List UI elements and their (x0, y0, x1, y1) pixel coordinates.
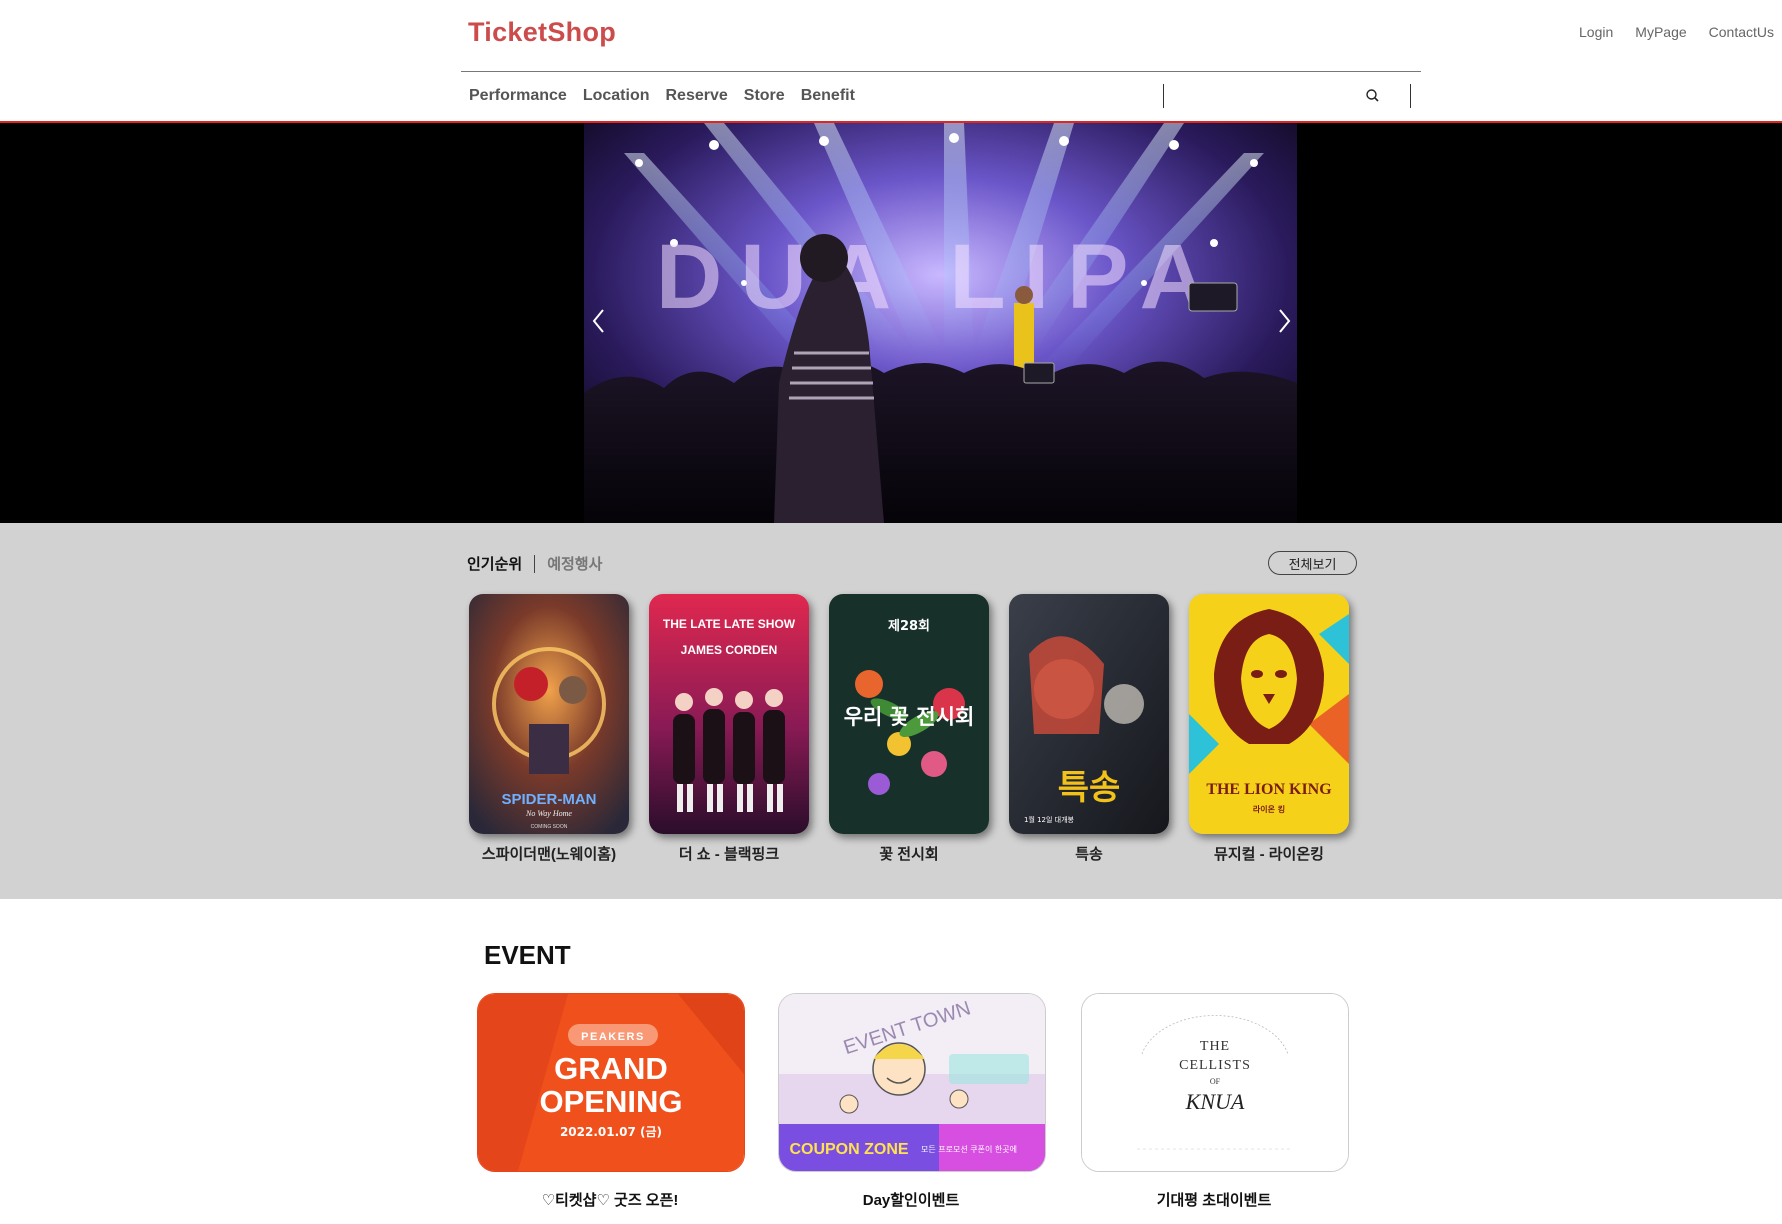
nav-store[interactable]: Store (744, 87, 785, 105)
event-goods-date: 2022.01.07 (금) (560, 1125, 662, 1139)
nav-benefit[interactable]: Benefit (801, 87, 855, 105)
event-goods-open-caption[interactable]: ♡티켓샵♡ 굿즈 오픈! (477, 1189, 743, 1210)
poster-flower-edition: 제28회 (888, 618, 930, 634)
search-input[interactable] (1170, 86, 1364, 108)
poster-flower-exhibition[interactable]: 제28회 우리 꽃 전시회 (829, 594, 989, 834)
search-icon[interactable] (1364, 87, 1382, 105)
ranking-section: 인기순위 예정행사 전체보기 SPIDER-MAN No Way Home CO… (0, 523, 1782, 899)
poster-blackpink-caption[interactable]: 더 쇼 - 블랙핑크 (629, 843, 829, 864)
svg-text:JAMES CORDEN: JAMES CORDEN (681, 643, 778, 657)
contactus-link[interactable]: ContactUs (1709, 24, 1774, 40)
concert-banner-image[interactable]: DUA LIPA (584, 123, 1297, 523)
svg-text:No Way Home: No Way Home (525, 809, 572, 818)
main-nav: Performance Location Reserve Store Benef… (469, 87, 871, 105)
stage-sign-text: DUA LIPA (656, 226, 1224, 328)
nav-location[interactable]: Location (583, 87, 650, 105)
event-heading: EVENT (484, 940, 571, 970)
view-all-button[interactable]: 전체보기 (1268, 551, 1357, 575)
event-review-invite-caption[interactable]: 기대평 초대이벤트 (1081, 1189, 1347, 1210)
poster-spiderman-caption[interactable]: 스파이더맨(노웨이홈) (449, 843, 649, 864)
search-box (1163, 84, 1411, 108)
event-goods-line2: OPENING (540, 1084, 683, 1119)
poster-spiderman-title: SPIDER-MAN (501, 791, 596, 808)
event-card-goods-open[interactable]: PEAKERS GRAND OPENING 2022.01.07 (금) (477, 993, 745, 1172)
event-day-banner-note: 모든 프로모션 쿠폰이 한곳에 (921, 1144, 1017, 1154)
carousel-prev-arrow[interactable] (589, 306, 609, 336)
poster-lion-king-title: THE LION KING (1206, 781, 1332, 798)
nav-performance[interactable]: Performance (469, 87, 567, 105)
event-review-line1: THE (1200, 1039, 1230, 1054)
header-divider (461, 71, 1421, 72)
svg-text:라이온 킹: 라이온 킹 (1253, 804, 1285, 814)
carousel-next-arrow[interactable] (1274, 306, 1294, 336)
event-goods-line1: GRAND (554, 1051, 668, 1086)
hero-carousel: DUA LIPA (0, 123, 1782, 523)
event-day-discount-caption[interactable]: Day할인이벤트 (778, 1189, 1044, 1210)
svg-text:1월 12일 대개봉: 1월 12일 대개봉 (1024, 815, 1075, 824)
site-logo[interactable]: TicketShop (468, 17, 616, 48)
poster-lion-king-caption[interactable]: 뮤지컬 - 라이온킹 (1169, 843, 1369, 864)
event-card-review-invite[interactable]: THE CELLISTS OF KNUA (1081, 993, 1349, 1172)
poster-spiderman[interactable]: SPIDER-MAN No Way Home COMING SOON (469, 594, 629, 834)
utility-links: Login MyPage ContactUs (1557, 24, 1774, 40)
poster-special-delivery-caption[interactable]: 특송 (989, 843, 1189, 864)
event-review-line3: OF (1210, 1077, 1221, 1086)
nav-reserve[interactable]: Reserve (666, 87, 728, 105)
login-link[interactable]: Login (1579, 24, 1613, 40)
poster-blackpink-title: THE LATE LATE SHOW (663, 617, 796, 631)
event-goods-brand: PEAKERS (581, 1031, 645, 1043)
ranking-tabs: 인기순위 예정행사 (467, 553, 602, 574)
poster-flower-caption[interactable]: 꽃 전시회 (809, 843, 1009, 864)
poster-flower-title: 우리 꽃 전시회 (844, 705, 975, 729)
event-review-line4: KNUA (1185, 1089, 1245, 1114)
tab-upcoming[interactable]: 예정행사 (547, 553, 602, 574)
poster-lion-king[interactable]: THE LION KING 라이온 킹 (1189, 594, 1349, 834)
svg-text:COMING SOON: COMING SOON (531, 824, 568, 830)
poster-special-delivery[interactable]: 특송 1월 12일 대개봉 (1009, 594, 1169, 834)
mypage-link[interactable]: MyPage (1635, 24, 1686, 40)
tab-divider (534, 554, 536, 573)
event-day-banner-zone: COUPON ZONE (789, 1141, 908, 1158)
event-card-day-discount[interactable]: EVENT TOWN COUPON ZONE 모든 프로모션 쿠폰이 한곳에 (778, 993, 1046, 1172)
tab-popular[interactable]: 인기순위 (467, 553, 522, 574)
site-header: TicketShop Login MyPage ContactUs Perfor… (0, 0, 1782, 123)
poster-special-delivery-title: 특송 (1058, 768, 1121, 808)
event-review-line2: CELLISTS (1179, 1058, 1251, 1073)
poster-blackpink[interactable]: THE LATE LATE SHOW JAMES CORDEN (649, 594, 809, 834)
